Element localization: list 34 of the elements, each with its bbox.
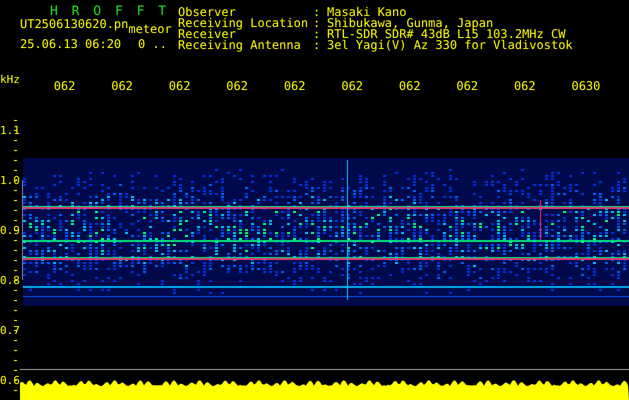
info-label: Receiving Antenna bbox=[178, 40, 302, 51]
time-label: 062 bbox=[54, 80, 76, 95]
file-name: UT2506130620.pn bbox=[20, 19, 128, 30]
time-label: 0630 bbox=[571, 80, 600, 95]
separator: : bbox=[313, 29, 322, 40]
time-label: 062 bbox=[226, 80, 248, 95]
separator: : bbox=[313, 18, 322, 29]
event-count: 0 .. bbox=[138, 39, 167, 50]
axis-unit: kHz bbox=[0, 74, 21, 88]
info-label: Receiver bbox=[178, 29, 236, 40]
info-value: Shibukawa, Gunma, Japan bbox=[327, 18, 494, 29]
info-value: Masaki Kano bbox=[327, 7, 406, 18]
info-value: RTL-SDR SDR# 43dB L15 103.2MHz CW bbox=[327, 29, 566, 40]
frequency-label: 0.8 bbox=[0, 273, 20, 289]
time-label: 062 bbox=[514, 80, 536, 95]
separator: : bbox=[313, 7, 322, 18]
frequency-label: 1.0 bbox=[0, 173, 20, 189]
time-label: 062 bbox=[111, 80, 133, 95]
frequency-label: 1.1 bbox=[0, 123, 20, 139]
separator: : bbox=[313, 40, 322, 51]
frequency-label: 0.7 bbox=[0, 323, 20, 339]
time-label: 062 bbox=[341, 80, 364, 95]
info-label: Receiving Location bbox=[178, 18, 310, 29]
date-time: 25.06.13 06:20 bbox=[20, 39, 122, 50]
frequency-label: 0.6 bbox=[0, 373, 20, 389]
time-label: 062 bbox=[284, 80, 306, 95]
time-label: 062 bbox=[398, 80, 421, 95]
app-title: H R O F F T bbox=[49, 5, 170, 18]
event-tag: meteor bbox=[128, 24, 172, 35]
time-label: 062 bbox=[168, 80, 190, 95]
info-value: 3el Yagi(V) Az 330 for Vladivostok bbox=[327, 40, 573, 51]
time-label: 062 bbox=[456, 80, 478, 95]
info-label: Observer bbox=[178, 7, 236, 18]
frequency-label: 0.9 bbox=[0, 223, 20, 239]
